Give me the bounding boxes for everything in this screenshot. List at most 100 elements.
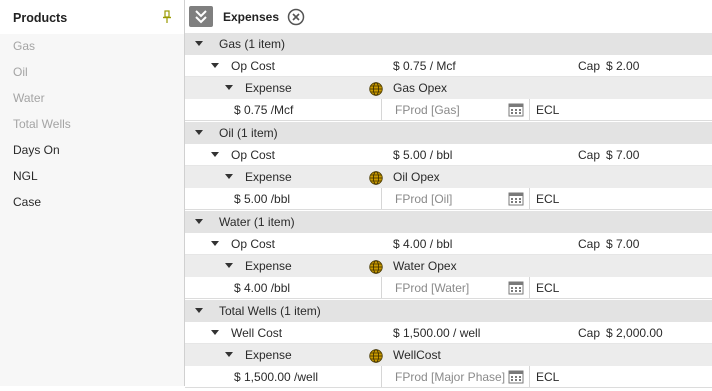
expense-label: Expense [245,348,292,362]
expense-label: Expense [245,170,292,184]
method-value[interactable]: ECL [536,99,559,121]
formula-field[interactable]: FProd [Gas] [395,99,460,121]
group-label: Total Wells (1 item) [219,304,321,318]
cap-label: Cap [578,326,601,340]
triangle-down-icon[interactable] [225,263,233,268]
expense-name: WellCost [393,348,441,362]
cap-label: Cap [578,237,601,251]
calendar-icon[interactable] [508,191,524,206]
expense-name: Gas Opex [393,81,448,95]
cost-label: Op Cost [231,237,276,251]
rate-value[interactable]: $ 0.75 /Mcf [234,99,293,121]
triangle-down-icon[interactable] [225,174,233,179]
formula-field[interactable]: FProd [Water] [395,277,469,299]
expenses-title: Expenses [223,10,280,24]
cost-row[interactable]: Op Cost $ 0.75 / Mcf Cap $ 2.00 [185,55,712,77]
formula-field[interactable]: FProd [Oil] [395,188,452,210]
expense-label: Expense [245,259,292,273]
cap-value: $ 2.00 [606,59,640,73]
product-item[interactable]: Days On [0,137,176,163]
product-item[interactable]: Oil [0,59,176,85]
expense-detail-row[interactable]: $ 1,500.00 /well FProd [Major Phase] ECL [185,366,712,388]
expense-row[interactable]: Expense Oil Opex [185,166,712,188]
cap-value: $ 2,000.00 [606,326,663,340]
triangle-down-icon[interactable] [195,219,203,224]
globe-icon [369,259,383,274]
group-row[interactable]: Total Wells (1 item) [185,300,712,322]
products-title: Products [13,11,68,25]
product-item[interactable]: Case [0,189,176,215]
cost-label: Op Cost [231,148,276,162]
group-row[interactable]: Oil (1 item) [185,122,712,144]
expense-name: Water Opex [393,259,457,273]
close-circle-icon [287,8,305,26]
calendar-icon[interactable] [508,369,524,384]
triangle-down-icon[interactable] [225,85,233,90]
globe-icon [369,81,383,96]
globe-icon [369,170,383,185]
cap-value: $ 7.00 [606,148,640,162]
rate-value[interactable]: $ 5.00 /bbl [234,188,290,210]
cap-label: Cap [578,148,601,162]
cost-row[interactable]: Well Cost $ 1,500.00 / well Cap $ 2,000.00 [185,322,712,344]
calendar-icon[interactable] [508,102,524,117]
globe-icon [369,348,383,363]
triangle-down-icon[interactable] [211,330,219,335]
column-divider [529,366,530,387]
product-item[interactable]: Total Wells [0,111,176,137]
product-item[interactable]: Gas [0,33,176,59]
group-row[interactable]: Gas (1 item) [185,33,712,55]
method-value[interactable]: ECL [536,277,559,299]
expense-row[interactable]: Expense Gas Opex [185,77,712,99]
column-divider [381,366,382,387]
close-button[interactable] [287,8,305,26]
formula-field[interactable]: FProd [Major Phase] [395,366,505,388]
cost-label: Op Cost [231,59,276,73]
column-divider [529,277,530,298]
rate-value[interactable]: $ 4.00 /bbl [234,277,290,299]
expense-detail-row[interactable]: $ 5.00 /bbl FProd [Oil] ECL [185,188,712,210]
expense-detail-row[interactable]: $ 0.75 /Mcf FProd [Gas] ECL [185,99,712,121]
expense-row[interactable]: Expense Water Opex [185,255,712,277]
column-divider [529,99,530,120]
cost-value: $ 4.00 / bbl [393,237,453,251]
expense-label: Expense [245,81,292,95]
cost-row[interactable]: Op Cost $ 4.00 / bbl Cap $ 7.00 [185,233,712,255]
triangle-down-icon[interactable] [211,152,219,157]
cost-value: $ 0.75 / Mcf [393,59,456,73]
calendar-icon[interactable] [508,280,524,295]
pin-icon[interactable] [160,9,174,25]
double-chevron-down-icon [195,10,207,24]
triangle-down-icon[interactable] [225,352,233,357]
rate-value[interactable]: $ 1,500.00 /well [234,366,318,388]
column-divider [381,99,382,120]
cost-value: $ 5.00 / bbl [393,148,453,162]
cost-label: Well Cost [231,326,283,340]
cap-label: Cap [578,59,601,73]
triangle-down-icon[interactable] [211,241,219,246]
product-item[interactable]: NGL [0,163,176,189]
column-divider [381,188,382,209]
cost-row[interactable]: Op Cost $ 5.00 / bbl Cap $ 7.00 [185,144,712,166]
expense-row[interactable]: Expense WellCost [185,344,712,366]
collapse-button[interactable] [189,6,213,27]
triangle-down-icon[interactable] [211,63,219,68]
method-value[interactable]: ECL [536,188,559,210]
cost-value: $ 1,500.00 / well [393,326,481,340]
triangle-down-icon[interactable] [195,130,203,135]
triangle-down-icon[interactable] [195,308,203,313]
column-divider [529,188,530,209]
group-row[interactable]: Water (1 item) [185,211,712,233]
triangle-down-icon[interactable] [195,41,203,46]
expenses-header: Expenses [185,0,712,34]
expense-detail-row[interactable]: $ 4.00 /bbl FProd [Water] ECL [185,277,712,299]
expense-name: Oil Opex [393,170,440,184]
group-label: Gas (1 item) [219,37,286,51]
method-value[interactable]: ECL [536,366,559,388]
column-divider [381,277,382,298]
products-panel-header: Products [0,0,184,34]
group-label: Water (1 item) [219,215,295,229]
cap-value: $ 7.00 [606,237,640,251]
group-label: Oil (1 item) [219,126,278,140]
product-item[interactable]: Water [0,85,176,111]
